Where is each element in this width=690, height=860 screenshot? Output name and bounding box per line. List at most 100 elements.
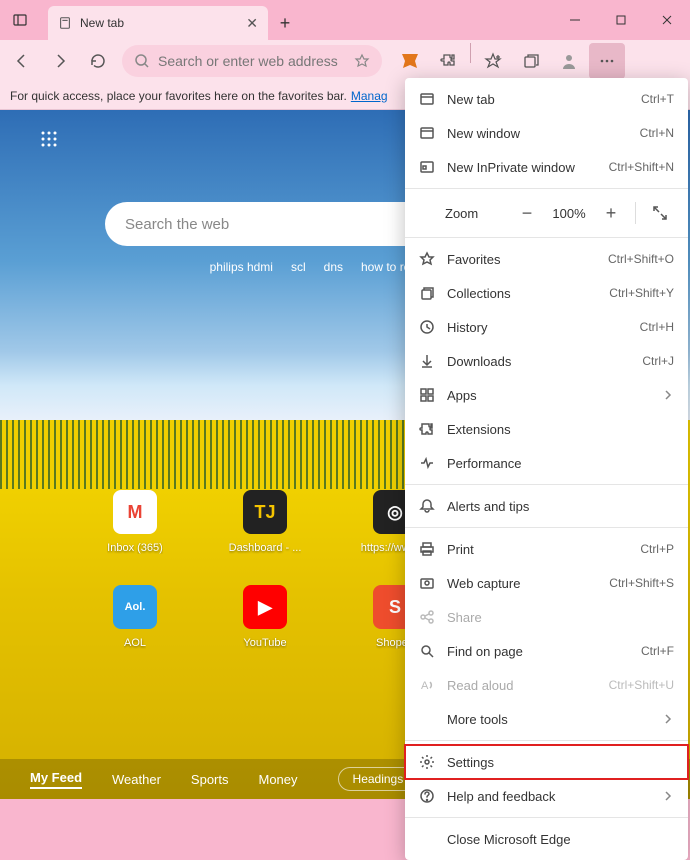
minimize-button[interactable] (552, 0, 598, 40)
menu-shortcut: Ctrl+Shift+U (609, 678, 674, 692)
maximize-button[interactable] (598, 0, 644, 40)
refresh-button[interactable] (80, 43, 116, 79)
help-icon (419, 788, 435, 804)
back-button[interactable] (4, 43, 40, 79)
feed-tab-myfeed[interactable]: My Feed (30, 770, 82, 789)
close-tab-button[interactable]: ✕ (246, 15, 258, 32)
menu-item-web-capture[interactable]: Web captureCtrl+Shift+S (405, 566, 688, 600)
settings-menu: New tab Ctrl+T New window Ctrl+N New InPriva… (405, 78, 688, 860)
collections-toolbar-button[interactable] (513, 43, 549, 79)
menu-shortcut: Ctrl+Shift+Y (609, 286, 674, 300)
readaloud-icon: A (419, 677, 435, 693)
tile-label: YouTube (243, 637, 286, 649)
menu-item-more-tools[interactable]: More tools (405, 702, 688, 736)
menu-item-settings[interactable]: Settings (405, 745, 688, 779)
menu-shortcut: Ctrl+P (640, 542, 674, 556)
menu-label: Read aloud (447, 678, 514, 693)
svg-text:A: A (421, 680, 429, 692)
capture-icon (419, 575, 435, 591)
menu-label: Print (447, 542, 474, 557)
quick-link[interactable]: scl (291, 260, 306, 274)
menu-item-history[interactable]: HistoryCtrl+H (405, 310, 688, 344)
tile-label: AOL (124, 637, 146, 649)
menu-label: Downloads (447, 354, 511, 369)
address-bar[interactable]: Search or enter web address (122, 45, 382, 77)
favorites-toolbar-button[interactable] (475, 43, 511, 79)
menu-label: New window (447, 126, 520, 141)
menu-item-help-and-feedback[interactable]: Help and feedback (405, 779, 688, 813)
menu-item-apps[interactable]: Apps (405, 378, 688, 412)
menu-label: Close Microsoft Edge (447, 832, 571, 847)
print-icon (419, 541, 435, 557)
title-bar: New tab ✕ + (0, 0, 690, 40)
menu-item-find-on-page[interactable]: Find on page Ctrl+F (405, 634, 688, 668)
fullscreen-button[interactable] (646, 199, 674, 227)
feed-tab-money[interactable]: Money (259, 772, 298, 787)
menu-item-new-tab[interactable]: New tab Ctrl+T (405, 82, 688, 116)
menu-item-collections[interactable]: Collections Ctrl+Shift+Y (405, 276, 688, 310)
tile-icon: Aol. (113, 585, 157, 629)
chevron-right-icon (662, 389, 674, 401)
menu-label: Performance (447, 456, 521, 471)
menu-item-performance[interactable]: Performance (405, 446, 688, 480)
zoom-value: 100% (549, 206, 589, 221)
menu-label: Collections (447, 286, 511, 301)
tab-actions-button[interactable] (0, 0, 40, 40)
favorites-bar-text: For quick access, place your favorites h… (10, 89, 347, 103)
menu-label: New tab (447, 92, 495, 107)
forward-button[interactable] (42, 43, 78, 79)
settings-menu-button[interactable] (589, 43, 625, 79)
menu-label: Find on page (447, 644, 523, 659)
menu-item-downloads[interactable]: Downloads Ctrl+J (405, 344, 688, 378)
zoom-out-button[interactable]: − (513, 199, 541, 227)
menu-shortcut: Ctrl+J (642, 354, 674, 368)
quick-tile[interactable]: TJDashboard - ... (230, 490, 300, 554)
window-icon (419, 125, 435, 141)
menu-shortcut: Ctrl+H (640, 320, 674, 334)
quick-link[interactable]: philips hdmi (210, 260, 273, 274)
inprivate-icon (419, 159, 435, 175)
menu-item-alerts-and-tips[interactable]: Alerts and tips (405, 489, 688, 523)
menu-item-new-window[interactable]: New window Ctrl+N (405, 116, 688, 150)
menu-item-favorites[interactable]: Favorites Ctrl+Shift+O (405, 242, 688, 276)
profile-button[interactable] (551, 43, 587, 79)
menu-label: Apps (447, 388, 477, 403)
chevron-right-icon (662, 713, 674, 725)
newtab-icon (419, 91, 435, 107)
tile-icon: ▶ (243, 585, 287, 629)
menu-item-extensions[interactable]: Extensions (405, 412, 688, 446)
menu-label: Favorites (447, 252, 500, 267)
app-launcher-button[interactable] (40, 130, 58, 148)
menu-label: More tools (447, 712, 508, 727)
quick-tile[interactable]: MInbox (365) (100, 490, 170, 554)
close-window-button[interactable] (644, 0, 690, 40)
new-tab-button[interactable]: + (268, 6, 302, 40)
menu-shortcut: Ctrl+Shift+O (608, 252, 674, 266)
manage-favorites-link[interactable]: Manag (351, 89, 388, 103)
zoom-in-button[interactable]: + (597, 199, 625, 227)
extensions-button[interactable] (430, 43, 466, 79)
menu-item-read-aloud: A Read aloud Ctrl+Shift+U (405, 668, 688, 702)
quick-link[interactable]: dns (324, 260, 343, 274)
quick-tile[interactable]: Aol. AOL (100, 585, 170, 649)
add-favorite-button[interactable] (354, 53, 370, 69)
browser-tab[interactable]: New tab ✕ (48, 6, 268, 40)
menu-item-new-inprivate-window[interactable]: New InPrivate windowCtrl+Shift+N (405, 150, 688, 184)
menu-shortcut: Ctrl+F (641, 644, 674, 658)
menu-item-share: Share (405, 600, 688, 634)
menu-shortcut: Ctrl+T (641, 92, 674, 106)
feed-tab-weather[interactable]: Weather (112, 772, 161, 787)
search-placeholder: Search the web (125, 216, 229, 233)
star-icon (419, 251, 435, 267)
menu-item-print[interactable]: Print Ctrl+P (405, 532, 688, 566)
menu-label: Extensions (447, 422, 511, 437)
quick-tile[interactable]: ▶ YouTube (230, 585, 300, 649)
tile-icon: TJ (243, 490, 287, 534)
menu-shortcut: Ctrl+N (640, 126, 674, 140)
menu-shortcut: Ctrl+Shift+N (609, 160, 674, 174)
heartbeat-icon (419, 455, 435, 471)
menu-item-close-microsoft-edge[interactable]: Close Microsoft Edge (405, 822, 688, 856)
page-icon (58, 16, 72, 30)
metamask-extension-icon[interactable] (392, 43, 428, 79)
feed-tab-sports[interactable]: Sports (191, 772, 229, 787)
